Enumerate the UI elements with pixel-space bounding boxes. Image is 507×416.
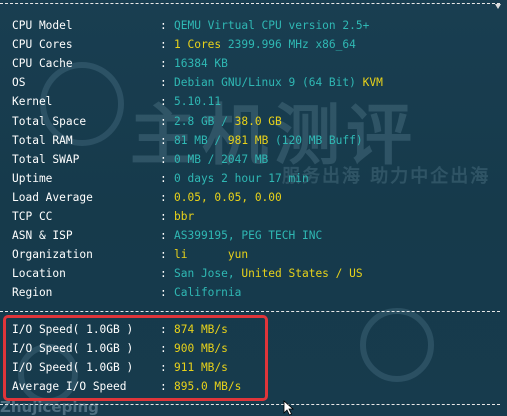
- info-row-value: 16384 KB: [174, 57, 228, 71]
- info-row-value: 0.05, 0.05, 0.00: [174, 190, 282, 204]
- info-row: ASN & ISP: AS399195, PEG TECH INC: [12, 226, 322, 245]
- info-row-label: TCP CC: [12, 210, 53, 223]
- colon-separator: :: [160, 190, 167, 204]
- info-row: Location: San Jose, United States / US: [12, 264, 363, 283]
- colon-separator: :: [160, 19, 167, 32]
- info-row: CPU Cores:1 Cores 2399.996 MHz x86_64: [12, 35, 356, 54]
- scroll-indicator-icon: [495, 4, 501, 9]
- info-row-label: Organization: [12, 248, 93, 262]
- colon-separator: :: [160, 286, 167, 300]
- colon-separator: :: [160, 171, 167, 185]
- info-row: Kernel:5.10.11: [12, 92, 221, 111]
- separator-line: [0, 311, 500, 312]
- info-row: Total RAM:81 MB / 981 MB (120 MB Buff): [12, 131, 363, 150]
- info-row-value: 5.10.11: [174, 95, 222, 109]
- info-row-label: OS: [12, 76, 26, 90]
- info-row: Total SWAP:0 MB / 2047 MB: [12, 150, 268, 169]
- info-row-value: AS399195, PEG TECH INC: [174, 229, 323, 243]
- colon-separator: :: [160, 95, 167, 109]
- separator-line: [0, 404, 500, 405]
- colon-separator: :: [160, 267, 167, 281]
- info-row-value: bbr: [174, 210, 195, 223]
- info-row-value: 38.0 GB: [234, 114, 282, 128]
- info-row-value: 1 Cores: [174, 38, 228, 52]
- io-speed-value: 911 MB/s: [174, 361, 228, 374]
- info-row: Load Average:0.05, 0.05, 0.00: [12, 188, 282, 207]
- info-row-label: Region: [12, 286, 53, 300]
- info-row: CPU Model: QEMU Virtual CPU version 2.5+: [12, 16, 369, 35]
- info-row-value: 0 MB / 2047 MB: [174, 152, 269, 166]
- colon-separator: :: [160, 133, 167, 147]
- info-row-value: United States / US: [241, 267, 363, 281]
- watermark-subtitle: 服务出海 助力中企出海: [282, 166, 491, 187]
- info-row-value: 2.8 GB /: [174, 114, 235, 128]
- info-row-label: Load Average: [12, 190, 93, 204]
- info-row-value: 0 days 2 hour 17 min: [174, 171, 309, 185]
- io-speed-row: I/O Speed( 1.0GB ):900 MB/s: [12, 339, 228, 358]
- info-row: Uptime:0 days 2 hour 17 min: [12, 169, 309, 188]
- info-row-value: QEMU Virtual CPU version 2.5+: [174, 19, 370, 32]
- colon-separator: :: [160, 229, 167, 243]
- colon-separator: :: [160, 38, 167, 52]
- info-row-label: Total RAM: [12, 133, 73, 147]
- info-row-label: Uptime: [12, 171, 53, 185]
- info-row-value: 2399.996 MHz x86_64: [227, 38, 356, 52]
- io-speed-label: Average I/O Speed: [12, 380, 127, 393]
- io-speed-row: I/O Speed( 1.0GB ):874 MB/s: [12, 320, 228, 339]
- watermark-logo-icon: [360, 308, 434, 382]
- info-row: TCP CC: bbr: [12, 207, 194, 226]
- info-row: Total Space:2.8 GB / 38.0 GB: [12, 112, 282, 131]
- info-row-value: Debian GNU/Linux 9 (64 Bit): [174, 76, 363, 90]
- colon-separator: :: [160, 342, 167, 355]
- info-row-label: ASN & ISP: [12, 229, 73, 243]
- separator-line: [0, 3, 500, 4]
- colon-separator: :: [160, 210, 167, 223]
- info-row-label: Total SWAP: [12, 152, 80, 166]
- info-row-label: Kernel: [12, 95, 53, 109]
- mouse-cursor-icon: [283, 400, 295, 416]
- io-speed-row: I/O Speed( 1.0GB ):911 MB/s: [12, 358, 228, 377]
- info-row-label: Total Space: [12, 114, 87, 128]
- colon-separator: :: [160, 323, 167, 336]
- info-row-value: KVM: [362, 76, 383, 90]
- colon-separator: :: [160, 114, 167, 128]
- colon-separator: :: [160, 380, 167, 393]
- info-row: OS: Debian GNU/Linux 9 (64 Bit) KVM: [12, 73, 383, 92]
- info-row-label: CPU Cores: [12, 38, 73, 52]
- io-speed-value: 900 MB/s: [174, 342, 228, 355]
- terminal-window[interactable]: 主机测评 服务出海 助力中企出海 Zhujiceping CPU Model: Q…: [0, 0, 507, 416]
- info-row-value: 81 MB /: [174, 133, 228, 147]
- info-row: CPU Cache:16384 KB: [12, 54, 228, 73]
- colon-separator: :: [160, 152, 167, 166]
- info-row-value: li yun: [174, 248, 249, 262]
- io-speed-value: 874 MB/s: [174, 323, 228, 336]
- colon-separator: :: [160, 361, 167, 374]
- info-row: Organization: li yun: [12, 245, 248, 264]
- watermark-bottom: Zhujiceping: [0, 398, 99, 416]
- info-row-value: California: [174, 286, 242, 300]
- colon-separator: :: [160, 248, 167, 262]
- io-speed-label: I/O Speed( 1.0GB ): [12, 323, 134, 336]
- io-speed-value: 895.0 MB/s: [174, 380, 242, 393]
- info-row-label: CPU Model: [12, 19, 73, 32]
- info-row-label: CPU Cache: [12, 57, 73, 71]
- info-row-value: (120 MB Buff): [268, 133, 363, 147]
- info-row-value: San Jose,: [174, 267, 242, 281]
- info-row-label: Location: [12, 267, 66, 281]
- colon-separator: :: [160, 57, 167, 71]
- io-speed-row: Average I/O Speed:895.0 MB/s: [12, 377, 241, 396]
- io-speed-label: I/O Speed( 1.0GB ): [12, 342, 134, 355]
- colon-separator: :: [160, 76, 167, 90]
- io-speed-label: I/O Speed( 1.0GB ): [12, 361, 134, 374]
- info-row-value: 981 MB: [227, 133, 269, 147]
- info-row: Region: California: [12, 283, 241, 302]
